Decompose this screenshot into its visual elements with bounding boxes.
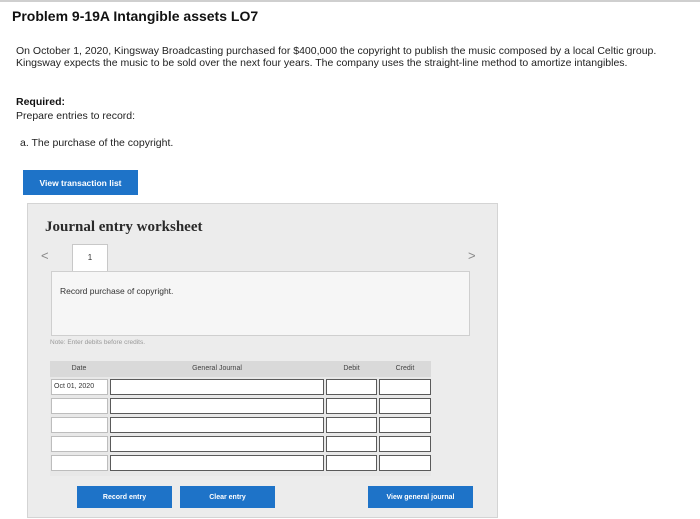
- credit-input[interactable]: [379, 436, 431, 452]
- part-a-label: a. The purchase of the copyright.: [20, 137, 174, 149]
- date-cell[interactable]: [51, 398, 108, 414]
- prepare-instructions: Prepare entries to record:: [16, 110, 136, 122]
- required-label: Required:: [16, 96, 66, 108]
- debit-input[interactable]: [326, 436, 377, 452]
- credit-input[interactable]: [379, 417, 431, 433]
- column-header-date: Date: [71, 365, 87, 372]
- column-header-debit: Debit: [343, 365, 360, 372]
- top-divider: [0, 0, 700, 2]
- account-select[interactable]: [110, 379, 324, 395]
- entry-description: Record purchase of copyright.: [60, 286, 174, 296]
- view-general-journal-button[interactable]: View general journal: [368, 486, 473, 508]
- credit-input[interactable]: [379, 398, 431, 414]
- entry-tab-1[interactable]: 1: [72, 244, 108, 272]
- date-cell[interactable]: Oct 01, 2020: [51, 379, 108, 395]
- credit-input[interactable]: [379, 379, 431, 395]
- journal-header-row: Date General Journal Debit Credit: [50, 361, 431, 377]
- debit-input[interactable]: [326, 455, 377, 471]
- column-header-credit: Credit: [395, 365, 415, 372]
- problem-description: On October 1, 2020, Kingsway Broadcastin…: [16, 45, 657, 69]
- date-cell[interactable]: [51, 436, 108, 452]
- account-select[interactable]: [110, 436, 324, 452]
- problem-title: Problem 9-19A Intangible assets LO7: [12, 8, 259, 24]
- journal-body: Oct 01, 2020: [50, 377, 431, 476]
- debit-input[interactable]: [326, 398, 377, 414]
- debits-credits-note: Note: Enter debits before credits.: [50, 339, 146, 346]
- date-cell[interactable]: [51, 455, 108, 471]
- debit-input[interactable]: [326, 379, 377, 395]
- journal-entry-worksheet: Journal entry worksheet < 1 > Record pur…: [27, 203, 498, 518]
- credit-input[interactable]: [379, 455, 431, 471]
- column-header-general-journal: General Journal: [192, 365, 242, 372]
- journal-table: Date General Journal Debit Credit Oct 01…: [50, 361, 431, 476]
- entry-description-box: Record purchase of copyright.: [51, 271, 470, 336]
- chevron-left-icon[interactable]: <: [41, 248, 49, 263]
- debit-input[interactable]: [326, 417, 377, 433]
- account-select[interactable]: [110, 455, 324, 471]
- account-select[interactable]: [110, 398, 324, 414]
- clear-entry-button[interactable]: Clear entry: [180, 486, 275, 508]
- date-value: Oct 01, 2020: [54, 383, 95, 390]
- worksheet-title: Journal entry worksheet: [45, 219, 203, 235]
- account-select[interactable]: [110, 417, 324, 433]
- record-entry-button[interactable]: Record entry: [77, 486, 172, 508]
- chevron-right-icon[interactable]: >: [468, 248, 476, 263]
- date-cell[interactable]: [51, 417, 108, 433]
- view-transaction-list-button[interactable]: View transaction list: [23, 170, 138, 195]
